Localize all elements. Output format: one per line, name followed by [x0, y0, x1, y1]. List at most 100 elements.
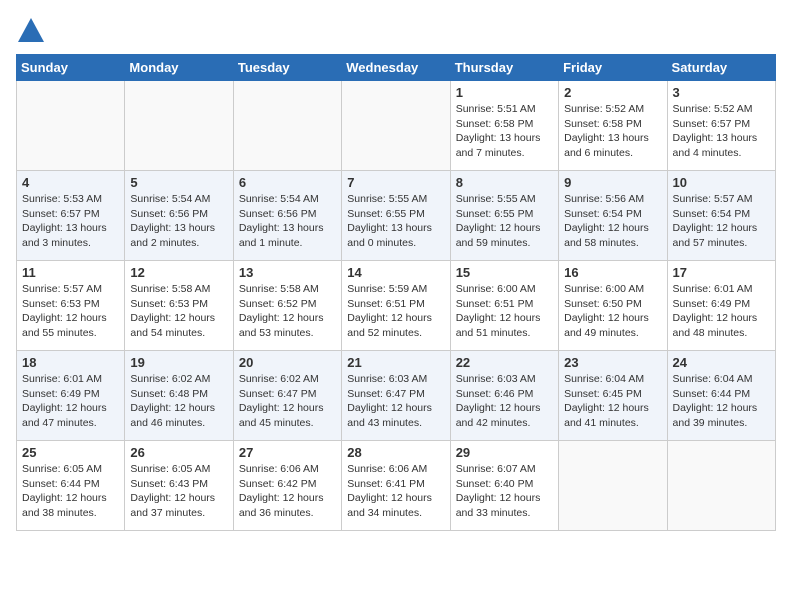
day-number: 24 — [673, 355, 770, 370]
day-info: Sunrise: 6:05 AMSunset: 6:43 PMDaylight:… — [130, 462, 227, 521]
day-number: 3 — [673, 85, 770, 100]
header-row: SundayMondayTuesdayWednesdayThursdayFrid… — [17, 55, 776, 81]
day-info: Sunrise: 6:04 AMSunset: 6:44 PMDaylight:… — [673, 372, 770, 431]
day-number: 4 — [22, 175, 119, 190]
day-cell: 12 Sunrise: 5:58 AMSunset: 6:53 PMDayligh… — [125, 261, 233, 351]
day-cell: 10Sunrise: 5:57 AMSunset: 6:54 PMDayligh… — [667, 171, 775, 261]
day-cell — [559, 441, 667, 531]
calendar-table: SundayMondayTuesdayWednesdayThursdayFrid… — [16, 54, 776, 531]
day-cell: 16Sunrise: 6:00 AMSunset: 6:50 PMDayligh… — [559, 261, 667, 351]
day-number: 14 — [347, 265, 444, 280]
day-cell — [667, 441, 775, 531]
week-row-3: 18Sunrise: 6:01 AMSunset: 6:49 PMDayligh… — [17, 351, 776, 441]
week-row-0: 1 Sunrise: 5:51 AMSunset: 6:58 PMDaylight… — [17, 81, 776, 171]
day-info: Sunrise: 6:05 AMSunset: 6:44 PMDaylight:… — [22, 462, 119, 521]
day-cell: 5 Sunrise: 5:54 AMSunset: 6:56 PMDaylight… — [125, 171, 233, 261]
day-cell: 9 Sunrise: 5:56 AMSunset: 6:54 PMDaylight… — [559, 171, 667, 261]
day-number: 25 — [22, 445, 119, 460]
header-cell-monday: Monday — [125, 55, 233, 81]
day-info: Sunrise: 5:56 AMSunset: 6:54 PMDaylight:… — [564, 192, 661, 251]
day-number: 5 — [130, 175, 227, 190]
day-cell: 8 Sunrise: 5:55 AMSunset: 6:55 PMDaylight… — [450, 171, 558, 261]
day-info: Sunrise: 5:55 AMSunset: 6:55 PMDaylight:… — [456, 192, 553, 251]
day-info: Sunrise: 6:02 AMSunset: 6:48 PMDaylight:… — [130, 372, 227, 431]
calendar-header: SundayMondayTuesdayWednesdayThursdayFrid… — [17, 55, 776, 81]
day-number: 15 — [456, 265, 553, 280]
day-number: 7 — [347, 175, 444, 190]
day-number: 26 — [130, 445, 227, 460]
day-cell: 17 Sunrise: 6:01 AMSunset: 6:49 PMDayligh… — [667, 261, 775, 351]
day-number: 27 — [239, 445, 336, 460]
day-number: 18 — [22, 355, 119, 370]
day-number: 20 — [239, 355, 336, 370]
day-info: Sunrise: 6:07 AMSunset: 6:40 PMDaylight:… — [456, 462, 553, 521]
day-cell: 14 Sunrise: 5:59 AMSunset: 6:51 PMDayligh… — [342, 261, 450, 351]
day-number: 23 — [564, 355, 661, 370]
page-header — [16, 16, 776, 46]
day-number: 21 — [347, 355, 444, 370]
day-cell: 2 Sunrise: 5:52 AMSunset: 6:58 PMDaylight… — [559, 81, 667, 171]
day-cell — [233, 81, 341, 171]
day-cell: 24 Sunrise: 6:04 AMSunset: 6:44 PMDayligh… — [667, 351, 775, 441]
day-cell: 19 Sunrise: 6:02 AMSunset: 6:48 PMDayligh… — [125, 351, 233, 441]
header-cell-tuesday: Tuesday — [233, 55, 341, 81]
day-info: Sunrise: 6:06 AMSunset: 6:42 PMDaylight:… — [239, 462, 336, 521]
day-number: 12 — [130, 265, 227, 280]
day-number: 6 — [239, 175, 336, 190]
day-cell: 13 Sunrise: 5:58 AMSunset: 6:52 PMDayligh… — [233, 261, 341, 351]
day-info: Sunrise: 5:58 AMSunset: 6:52 PMDaylight:… — [239, 282, 336, 341]
day-number: 1 — [456, 85, 553, 100]
day-info: Sunrise: 5:54 AMSunset: 6:56 PMDaylight:… — [130, 192, 227, 251]
header-cell-wednesday: Wednesday — [342, 55, 450, 81]
header-cell-saturday: Saturday — [667, 55, 775, 81]
week-row-2: 11Sunrise: 5:57 AMSunset: 6:53 PMDayligh… — [17, 261, 776, 351]
week-row-4: 25 Sunrise: 6:05 AMSunset: 6:44 PMDayligh… — [17, 441, 776, 531]
day-info: Sunrise: 6:02 AMSunset: 6:47 PMDaylight:… — [239, 372, 336, 431]
day-info: Sunrise: 6:03 AMSunset: 6:46 PMDaylight:… — [456, 372, 553, 431]
day-number: 10 — [673, 175, 770, 190]
logo — [16, 16, 48, 46]
day-number: 22 — [456, 355, 553, 370]
header-cell-thursday: Thursday — [450, 55, 558, 81]
day-cell: 21 Sunrise: 6:03 AMSunset: 6:47 PMDayligh… — [342, 351, 450, 441]
day-info: Sunrise: 5:54 AMSunset: 6:56 PMDaylight:… — [239, 192, 336, 251]
day-cell: 23 Sunrise: 6:04 AMSunset: 6:45 PMDayligh… — [559, 351, 667, 441]
day-info: Sunrise: 5:55 AMSunset: 6:55 PMDaylight:… — [347, 192, 444, 251]
day-info: Sunrise: 5:52 AMSunset: 6:58 PMDaylight:… — [564, 102, 661, 161]
day-info: Sunrise: 6:06 AMSunset: 6:41 PMDaylight:… — [347, 462, 444, 521]
day-cell: 11Sunrise: 5:57 AMSunset: 6:53 PMDayligh… — [17, 261, 125, 351]
day-cell: 4 Sunrise: 5:53 AMSunset: 6:57 PMDaylight… — [17, 171, 125, 261]
day-cell — [17, 81, 125, 171]
day-cell — [125, 81, 233, 171]
day-cell: 29 Sunrise: 6:07 AMSunset: 6:40 PMDayligh… — [450, 441, 558, 531]
day-cell: 25 Sunrise: 6:05 AMSunset: 6:44 PMDayligh… — [17, 441, 125, 531]
day-cell: 18Sunrise: 6:01 AMSunset: 6:49 PMDayligh… — [17, 351, 125, 441]
day-cell: 28Sunrise: 6:06 AMSunset: 6:41 PMDayligh… — [342, 441, 450, 531]
day-cell: 7 Sunrise: 5:55 AMSunset: 6:55 PMDaylight… — [342, 171, 450, 261]
day-number: 2 — [564, 85, 661, 100]
day-info: Sunrise: 5:53 AMSunset: 6:57 PMDaylight:… — [22, 192, 119, 251]
day-number: 17 — [673, 265, 770, 280]
day-cell: 3 Sunrise: 5:52 AMSunset: 6:57 PMDaylight… — [667, 81, 775, 171]
day-number: 19 — [130, 355, 227, 370]
day-info: Sunrise: 6:04 AMSunset: 6:45 PMDaylight:… — [564, 372, 661, 431]
day-number: 29 — [456, 445, 553, 460]
day-number: 8 — [456, 175, 553, 190]
day-info: Sunrise: 6:03 AMSunset: 6:47 PMDaylight:… — [347, 372, 444, 431]
day-cell: 22 Sunrise: 6:03 AMSunset: 6:46 PMDayligh… — [450, 351, 558, 441]
header-cell-sunday: Sunday — [17, 55, 125, 81]
day-info: Sunrise: 6:00 AMSunset: 6:50 PMDaylight:… — [564, 282, 661, 341]
day-info: Sunrise: 5:59 AMSunset: 6:51 PMDaylight:… — [347, 282, 444, 341]
day-cell — [342, 81, 450, 171]
day-info: Sunrise: 5:51 AMSunset: 6:58 PMDaylight:… — [456, 102, 553, 161]
day-number: 11 — [22, 265, 119, 280]
day-cell: 20 Sunrise: 6:02 AMSunset: 6:47 PMDayligh… — [233, 351, 341, 441]
day-info: Sunrise: 6:01 AMSunset: 6:49 PMDaylight:… — [673, 282, 770, 341]
day-number: 9 — [564, 175, 661, 190]
day-cell: 6 Sunrise: 5:54 AMSunset: 6:56 PMDaylight… — [233, 171, 341, 261]
day-info: Sunrise: 5:58 AMSunset: 6:53 PMDaylight:… — [130, 282, 227, 341]
day-info: Sunrise: 5:52 AMSunset: 6:57 PMDaylight:… — [673, 102, 770, 161]
day-number: 13 — [239, 265, 336, 280]
day-cell: 15Sunrise: 6:00 AMSunset: 6:51 PMDayligh… — [450, 261, 558, 351]
header-cell-friday: Friday — [559, 55, 667, 81]
